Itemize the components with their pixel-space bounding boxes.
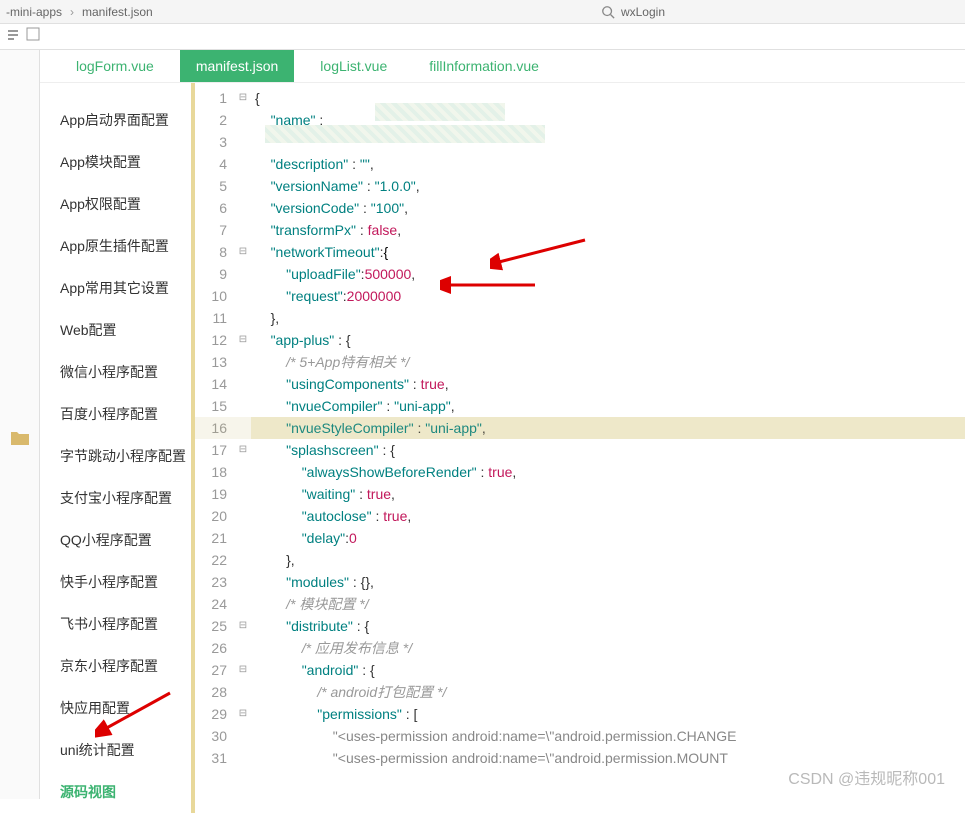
sidebar-item[interactable]: App模块配置 (60, 141, 191, 183)
sidebar-item[interactable]: App原生插件配置 (60, 225, 191, 267)
sidebar-item[interactable]: 源码视图 (60, 771, 191, 813)
search-text: wxLogin (621, 5, 665, 19)
sidebar-item[interactable]: 飞书小程序配置 (60, 603, 191, 645)
sidebar-item[interactable]: App常用其它设置 (60, 267, 191, 309)
search-area[interactable]: wxLogin (601, 5, 965, 19)
fold-column[interactable]: ⊟⊟⊟⊟⊟⊟⊟ (235, 83, 251, 813)
search-icon (601, 5, 615, 19)
line-numbers: 1234567891011121314151617181920212223242… (195, 83, 235, 813)
breadcrumb-item[interactable]: -mini-apps (2, 5, 66, 19)
top-bar: -mini-apps › manifest.json wxLogin (0, 0, 965, 24)
code-content[interactable]: { "name" : "description" : "", "versionN… (251, 83, 965, 813)
config-sidebar: App启动界面配置App模块配置App权限配置App原生插件配置App常用其它设… (40, 83, 195, 813)
tab-logList-vue[interactable]: logList.vue (304, 50, 403, 82)
breadcrumb: -mini-apps › manifest.json (0, 5, 157, 19)
sidebar-item[interactable]: 字节跳动小程序配置 (60, 435, 191, 477)
sidebar-item[interactable]: 百度小程序配置 (60, 393, 191, 435)
collapse-icon[interactable] (6, 27, 20, 46)
redacted-area (265, 125, 545, 143)
code-editor[interactable]: 1234567891011121314151617181920212223242… (195, 83, 965, 813)
sidebar-item[interactable]: QQ小程序配置 (60, 519, 191, 561)
sidebar-item[interactable]: 微信小程序配置 (60, 351, 191, 393)
sidebar-item[interactable]: App权限配置 (60, 183, 191, 225)
sidebar-item[interactable]: 快手小程序配置 (60, 561, 191, 603)
editor-tabs: logForm.vue manifest.json logList.vue fillI… (40, 50, 965, 83)
redacted-area (375, 103, 505, 121)
tab-fillInformation-vue[interactable]: fillInformation.vue (413, 50, 555, 82)
breadcrumb-item[interactable]: manifest.json (78, 5, 157, 19)
tab-logForm-vue[interactable]: logForm.vue (60, 50, 170, 82)
sidebar-item[interactable]: 京东小程序配置 (60, 645, 191, 687)
tab-manifest-json[interactable]: manifest.json (180, 50, 294, 82)
breadcrumb-sep: › (66, 5, 78, 19)
sidebar-item[interactable]: App启动界面配置 (60, 99, 191, 141)
sidebar-item[interactable]: uni统计配置 (60, 729, 191, 771)
sidebar-item[interactable]: Web配置 (60, 309, 191, 351)
menu-icon[interactable] (26, 27, 40, 46)
toolbar (0, 24, 965, 50)
watermark: CSDN @违规昵称001 (788, 765, 945, 789)
sidebar-item[interactable]: 快应用配置 (60, 687, 191, 729)
folder-icon[interactable] (10, 430, 30, 451)
activity-bar (0, 50, 40, 799)
sidebar-item[interactable]: 支付宝小程序配置 (60, 477, 191, 519)
